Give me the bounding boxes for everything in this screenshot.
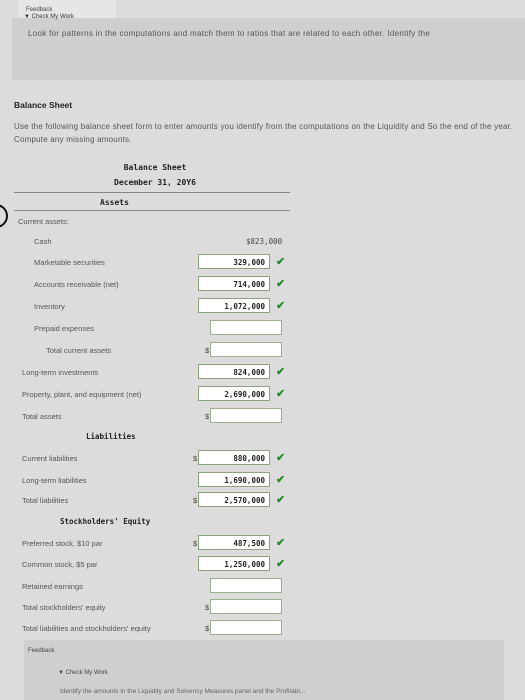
- prepaid-label: Prepaid expenses: [34, 324, 95, 333]
- section-title: Balance Sheet: [14, 100, 73, 110]
- total-liab-equity-input[interactable]: [210, 620, 282, 635]
- equity-heading: Stockholders' Equity: [60, 517, 151, 526]
- total-current-input[interactable]: [210, 342, 282, 357]
- marketable-input[interactable]: 329,000: [198, 254, 270, 269]
- checkmark-icon: ✔: [276, 300, 286, 312]
- total-liab-input[interactable]: 2,570,000: [198, 492, 270, 507]
- assets-heading: Assets: [100, 198, 129, 207]
- prepaid-input[interactable]: [210, 320, 282, 335]
- dollar-sign: $: [205, 346, 210, 355]
- checkmark-icon: ✔: [276, 474, 286, 486]
- long-term-inv-input[interactable]: 824,000: [198, 364, 270, 379]
- check-my-work-toggle[interactable]: ▼ Check My Work: [24, 14, 74, 20]
- checkmark-icon: ✔: [276, 256, 286, 268]
- total-liab-equity-label: Total liabilities and stockholders' equi…: [22, 624, 151, 633]
- checkmark-icon: ✔: [276, 278, 286, 290]
- liabilities-heading: Liabilities: [86, 432, 136, 441]
- long-term-liab-label: Long-term liabilities: [22, 476, 87, 485]
- current-assets-label: Current assets:: [18, 217, 69, 226]
- header-rule: [14, 192, 290, 193]
- total-equity-input[interactable]: [210, 599, 282, 614]
- feedback-panel: [12, 18, 525, 80]
- dollar-sign: $: [193, 539, 198, 548]
- sheet-title: Balance Sheet: [123, 163, 187, 172]
- total-assets-input[interactable]: [210, 408, 282, 423]
- cash-label: Cash: [34, 237, 52, 246]
- receivable-label: Accounts receivable (net): [34, 280, 119, 289]
- common-label: Common stock, $5 par: [22, 560, 98, 569]
- sheet-header: Balance Sheet December 31, 20Y6: [85, 160, 225, 190]
- checkmark-icon: ✔: [276, 494, 286, 506]
- retained-label: Retained earnings: [22, 582, 83, 591]
- dollar-sign: $: [193, 496, 198, 505]
- retained-input[interactable]: [210, 578, 282, 593]
- long-term-inv-label: Long-term investments: [22, 368, 99, 377]
- preferred-input[interactable]: 487,500: [198, 535, 270, 550]
- checkmark-icon: ✔: [276, 388, 286, 400]
- dollar-sign: $: [193, 454, 198, 463]
- total-equity-label: Total stockholders' equity: [22, 603, 106, 612]
- current-liab-label: Current liabilities: [22, 454, 78, 463]
- sheet-date: December 31, 20Y6: [114, 178, 196, 187]
- total-assets-label: Total assets: [22, 412, 62, 421]
- total-current-label: Total current assets: [46, 346, 112, 355]
- receivable-input[interactable]: 714,000: [198, 276, 270, 291]
- checkmark-icon: ✔: [276, 558, 286, 570]
- long-term-liab-input[interactable]: 1,690,000: [198, 472, 270, 487]
- ppe-input[interactable]: 2,690,000: [198, 386, 270, 401]
- current-liab-input[interactable]: 880,000: [198, 450, 270, 465]
- cash-value: $823,000: [246, 237, 283, 246]
- dollar-sign: $: [205, 624, 210, 633]
- preferred-label: Preferred stock, $10 par: [22, 539, 103, 548]
- feedback-text: Look for patterns in the computations an…: [28, 29, 431, 38]
- checkmark-icon: ✔: [276, 537, 286, 549]
- checkmark-icon: ✔: [276, 366, 286, 378]
- instructions: Use the following balance sheet form to …: [14, 122, 513, 144]
- inventory-input[interactable]: 1,072,000: [198, 298, 270, 313]
- bottom-feedback-tab[interactable]: Feedback: [28, 648, 54, 654]
- marketable-label: Marketable securities: [34, 258, 105, 267]
- ppe-label: Property, plant, and equipment (net): [22, 390, 142, 399]
- bottom-feedback-text: Identify the amounts in the Liquidity an…: [60, 688, 306, 695]
- dollar-sign: $: [205, 412, 210, 421]
- collapse-icon[interactable]: [0, 204, 8, 228]
- assets-rule: [14, 210, 290, 211]
- bottom-check-toggle[interactable]: ▼ Check My Work: [58, 670, 108, 676]
- dollar-sign: $: [205, 603, 210, 612]
- total-liab-label: Total liabilities: [22, 496, 69, 505]
- common-input[interactable]: 1,250,000: [198, 556, 270, 571]
- checkmark-icon: ✔: [276, 452, 286, 464]
- inventory-label: Inventory: [34, 302, 65, 311]
